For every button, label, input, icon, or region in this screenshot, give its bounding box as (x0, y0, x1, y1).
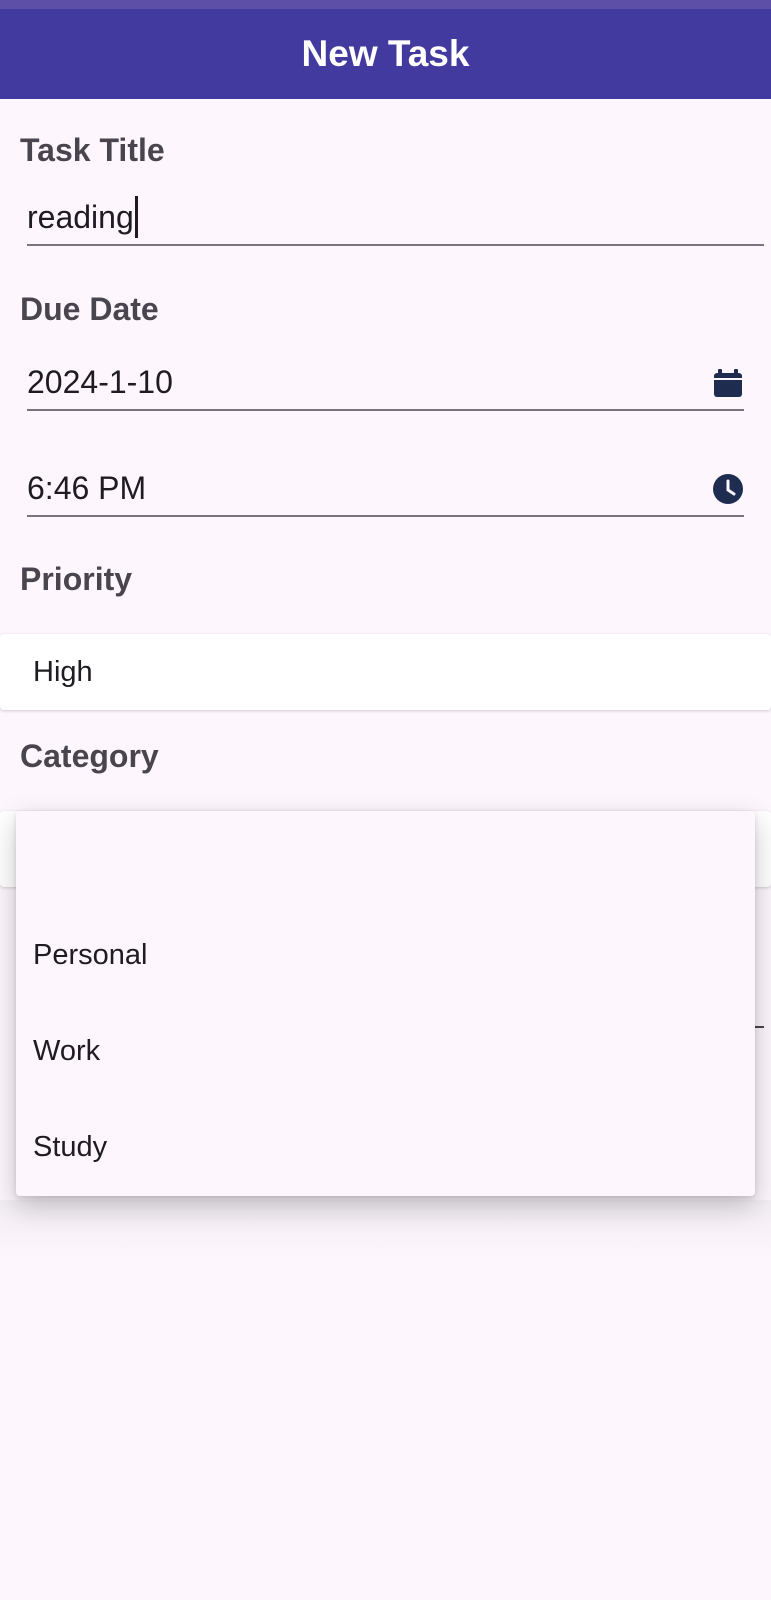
app-bar: New Task (0, 9, 771, 99)
status-bar-strip (0, 0, 771, 9)
task-title-input[interactable]: reading (27, 190, 764, 246)
priority-label: Priority (20, 561, 133, 597)
dropdown-option-personal[interactable]: Personal (16, 907, 755, 1003)
date-value: 2024-1-10 (27, 363, 173, 400)
priority-value: High (33, 655, 93, 688)
calendar-icon[interactable] (712, 367, 744, 399)
time-value: 6:46 PM (27, 469, 147, 506)
dropdown-option-study[interactable]: Study (16, 1099, 755, 1195)
priority-select[interactable]: High (0, 634, 771, 710)
task-title-value: reading (27, 198, 134, 235)
due-date-label: Due Date (20, 291, 159, 327)
page-title: New Task (301, 33, 470, 74)
dropdown-option-empty[interactable] (16, 811, 755, 907)
task-title-label: Task Title (20, 132, 165, 168)
text-cursor (134, 196, 138, 238)
category-dropdown-menu: Personal Work Study (16, 811, 755, 1196)
time-field[interactable]: 6:46 PM (27, 461, 744, 517)
dropdown-shadow-area (0, 1200, 771, 1260)
clock-icon[interactable] (712, 473, 744, 505)
category-label: Category (20, 738, 159, 774)
dropdown-option-work[interactable]: Work (16, 1003, 755, 1099)
date-field[interactable]: 2024-1-10 (27, 355, 744, 411)
